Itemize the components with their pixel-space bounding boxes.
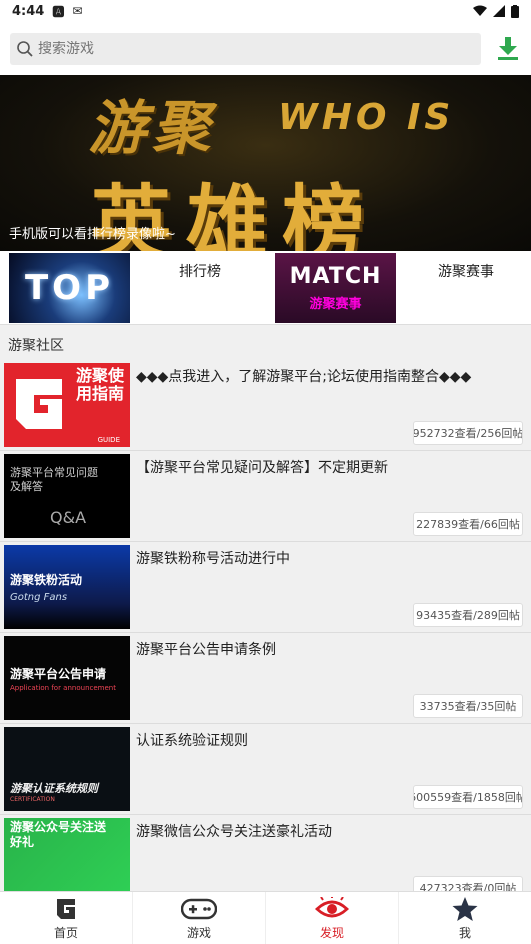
thumb-sub: Gotng Fans: [10, 592, 68, 603]
post-thumbnail: 游聚使用指南 GUIDE: [4, 363, 130, 447]
match-thumb-text: MATCH: [289, 264, 382, 289]
list-item[interactable]: 游聚铁粉活动 Gotng Fans 游聚铁粉称号活动进行中 93435查看/28…: [0, 542, 531, 633]
post-thumbnail: 游聚公众号关注送好礼: [4, 818, 130, 902]
list-item[interactable]: 游聚平台常见问题及解答 Q&A 【游聚平台常见疑问及解答】不定期更新 22783…: [0, 451, 531, 542]
tab-home[interactable]: 首页: [0, 892, 133, 944]
category-ranking[interactable]: TOP 排行榜: [9, 253, 270, 323]
thumb-text: 游聚公众号关注送好礼: [10, 820, 107, 849]
thumb-text: 游聚认证系统规则: [10, 782, 98, 795]
post-title: 游聚平台公告申请条例: [136, 642, 276, 658]
status-time: 4:44: [12, 3, 45, 19]
search-icon: [17, 40, 33, 57]
section-title: 游聚社区: [8, 338, 64, 354]
post-title: 游聚铁粉称号活动进行中: [136, 551, 290, 567]
thumb-text: 游聚铁粉活动: [10, 573, 83, 587]
post-thumbnail: 游聚认证系统规则 CERTIFICATION: [4, 727, 130, 811]
post-stats: 952732查看/256回帖: [413, 421, 523, 445]
eye-icon: [315, 896, 349, 922]
post-thumbnail: 游聚平台公告申请 Application for announcement: [4, 636, 130, 720]
post-title: 游聚微信公众号关注送豪礼活动: [136, 824, 332, 840]
thumb-sub: Application for announcement: [10, 683, 116, 692]
post-stats: 227839查看/66回帖: [413, 512, 523, 536]
bottom-tab-bar: 首页 游戏 发现 我: [0, 891, 531, 944]
post-stats: 93435查看/289回帖: [413, 603, 523, 627]
post-thumbnail: 游聚铁粉活动 Gotng Fans: [4, 545, 130, 629]
banner-headline: 游聚: [88, 94, 217, 162]
tab-label: 首页: [53, 925, 78, 940]
tab-discover[interactable]: 发现: [266, 892, 399, 944]
category-label: 排行榜: [179, 264, 221, 280]
post-title: 认证系统验证规则: [136, 733, 248, 749]
category-label: 游聚赛事: [438, 264, 494, 280]
star-icon: [452, 896, 478, 922]
thumb-text: 游聚使用指南: [75, 366, 124, 403]
tab-label: 发现: [319, 925, 344, 940]
app-a-icon: 🅰: [52, 4, 65, 19]
banner-caption: 手机版可以看排行榜录像啦~: [9, 227, 176, 242]
thumb-sub: GUIDE: [97, 436, 120, 444]
thumb-text: 游聚平台常见问题及解答: [10, 465, 98, 493]
post-stats: 600559查看/1858回帖: [413, 785, 523, 809]
post-stats: 33735查看/35回帖: [413, 694, 523, 718]
thumb-sub: Q&A: [50, 507, 87, 527]
search-bar: [0, 22, 531, 75]
match-thumbnail: MATCH 游聚赛事: [275, 253, 396, 323]
post-list: 游聚使用指南 GUIDE ◆◆◆点我进入，了解游聚平台;论坛使用指南整合◆◆◆ …: [0, 360, 531, 906]
tab-me[interactable]: 我: [399, 892, 531, 944]
ranking-thumbnail: TOP: [9, 253, 130, 323]
tab-label: 我: [458, 925, 471, 940]
mail-icon: ✉: [72, 4, 83, 18]
banner-subtitle: WHO IS: [278, 97, 455, 138]
signal-icon: [493, 5, 505, 17]
search-box[interactable]: [10, 32, 482, 65]
home-logo-icon: [54, 896, 78, 922]
post-title: 【游聚平台常见疑问及解答】不定期更新: [136, 460, 388, 476]
post-thumbnail: 游聚平台常见问题及解答 Q&A: [4, 454, 130, 538]
category-match[interactable]: MATCH 游聚赛事 游聚赛事: [275, 253, 531, 323]
download-button[interactable]: [495, 34, 521, 64]
wifi-icon: [473, 5, 487, 16]
thumb-sub: CERTIFICATION: [10, 796, 55, 803]
ranking-thumb-text: TOP: [24, 268, 114, 308]
match-thumb-sub: 游聚赛事: [309, 297, 362, 312]
gamepad-icon: [181, 896, 217, 922]
battery-icon: [511, 4, 519, 18]
list-item[interactable]: 游聚平台公告申请 Application for announcement 游聚…: [0, 633, 531, 724]
thumb-text: 游聚平台公告申请: [10, 666, 107, 681]
post-title: ◆◆◆点我进入，了解游聚平台;论坛使用指南整合◆◆◆: [136, 369, 472, 385]
search-input[interactable]: [38, 40, 458, 57]
list-item[interactable]: 游聚使用指南 GUIDE ◆◆◆点我进入，了解游聚平台;论坛使用指南整合◆◆◆ …: [0, 360, 531, 451]
tab-label: 游戏: [186, 925, 211, 940]
list-item[interactable]: 游聚认证系统规则 CERTIFICATION 认证系统验证规则 600559查看…: [0, 724, 531, 815]
hero-banner[interactable]: 游聚 WHO IS 英雄榜 手机版可以看排行榜录像啦~: [0, 75, 531, 251]
status-bar: 4:44 🅰 ✉: [0, 0, 531, 22]
download-icon: [498, 36, 519, 60]
category-row: TOP 排行榜 MATCH 游聚赛事 游聚赛事: [0, 251, 531, 325]
guide-logo-icon: [16, 379, 62, 429]
tab-games[interactable]: 游戏: [133, 892, 266, 944]
